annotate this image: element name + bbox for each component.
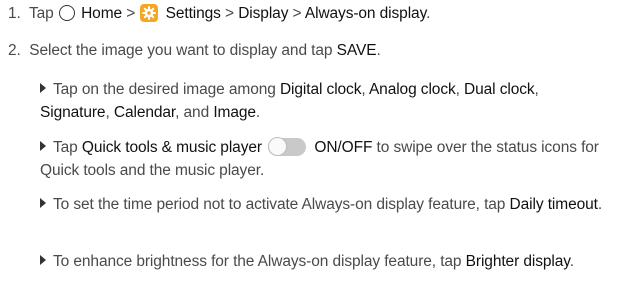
bullet-arrow-icon	[40, 255, 46, 265]
digital-clock-label: Digital clock	[279, 81, 362, 98]
step-text: Tap	[28, 5, 54, 22]
step-number: 2.	[8, 42, 21, 59]
bullet-brighter-display: To enhance brightness for the Always-on …	[40, 250, 610, 273]
toggle-knob	[268, 137, 288, 156]
always-on-display-label: Always-on display	[304, 5, 427, 22]
analog-clock-label: Analog clock	[368, 81, 456, 98]
signature-label: Signature	[40, 104, 106, 121]
separator: >	[122, 5, 140, 22]
bullet-text: To enhance brightness for the Always-on …	[53, 253, 466, 270]
bullet-text: Tap	[53, 139, 82, 156]
toggle-switch-icon	[268, 137, 307, 156]
period: .	[569, 253, 574, 270]
step-1: 1. Tap Home > Settings > Display > Alway…	[8, 4, 430, 24]
home-label: Home	[81, 5, 123, 22]
period: .	[426, 5, 431, 22]
bullet-arrow-icon	[40, 198, 46, 208]
daily-timeout-label: Daily timeout	[509, 196, 598, 213]
settings-gear-icon	[140, 4, 159, 22]
calendar-label: Calendar	[113, 104, 176, 121]
period: .	[597, 196, 603, 213]
brighter-display-label: Brighter display	[465, 253, 570, 270]
bullet-image-choice: Tap on the desired image among Digital c…	[40, 78, 610, 124]
period: .	[376, 42, 381, 59]
separator: ,	[455, 81, 465, 98]
bullet-arrow-icon	[40, 141, 46, 151]
step-number: 1.	[8, 5, 21, 22]
step-2: 2. Select the image you want to display …	[8, 41, 381, 61]
quick-tools-label: Quick tools & music player	[81, 139, 262, 156]
image-label: Image	[213, 104, 256, 121]
bullet-daily-timeout: To set the time period not to activate A…	[40, 193, 610, 216]
bullet-arrow-icon	[40, 83, 46, 93]
settings-label: Settings	[165, 5, 221, 22]
bullet-quick-tools: Tap Quick tools & music player ON/OFF to…	[40, 136, 610, 182]
separator: ,	[105, 104, 114, 121]
bullet-text: To set the time period not to activate A…	[53, 196, 510, 213]
dual-clock-label: Dual clock	[464, 81, 535, 98]
separator: >	[220, 5, 239, 22]
separator: ,	[534, 81, 539, 98]
on-off-label: ON/OFF	[314, 139, 373, 156]
save-label: SAVE	[336, 42, 377, 59]
bullet-text: Tap on the desired image among	[53, 81, 280, 98]
separator: >	[288, 5, 305, 22]
home-icon	[58, 5, 75, 21]
step-text: Select the image you want to display and…	[29, 42, 337, 59]
period: .	[255, 104, 261, 121]
separator: ,	[361, 81, 369, 98]
separator: , and	[175, 104, 214, 121]
display-label: Display	[238, 5, 289, 22]
